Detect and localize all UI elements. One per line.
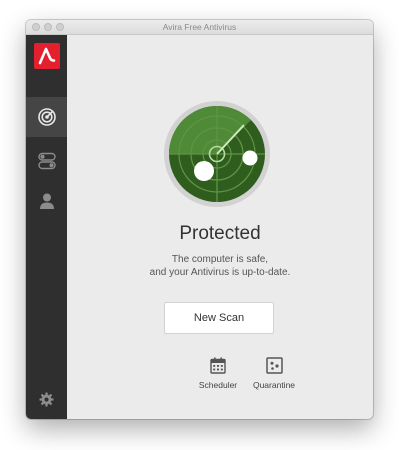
main-panel: Protected The computer is safe, and your… (67, 35, 373, 419)
status-title: Protected (179, 223, 261, 244)
radar-status-icon (169, 106, 265, 202)
app-window: Avira Free Antivirus Protected The compu… (26, 20, 373, 419)
scheduler-button[interactable]: Scheduler (188, 357, 248, 390)
new-scan-button[interactable]: New Scan (164, 302, 274, 334)
sidebar-item-account[interactable] (26, 181, 67, 221)
status-message-line1: The computer is safe, (171, 254, 269, 265)
sidebar (26, 35, 67, 419)
scheduler-label: Scheduler (198, 380, 238, 390)
status-message-line2: and your Antivirus is up-to-date. (149, 267, 291, 278)
calendar-icon (210, 357, 226, 374)
avira-logo-icon[interactable] (34, 43, 60, 69)
quarantine-label: Quarantine (252, 380, 296, 390)
gear-icon (39, 392, 54, 407)
user-icon (40, 193, 54, 209)
sidebar-item-settings[interactable] (26, 385, 67, 415)
sidebar-item-modules[interactable] (26, 141, 67, 181)
radar-icon (38, 108, 56, 126)
sidebar-item-status[interactable] (26, 97, 67, 137)
quarantine-button[interactable]: Quarantine (244, 357, 304, 390)
toggle-switches-icon (38, 152, 56, 170)
quarantine-icon (265, 357, 283, 374)
window-title: Avira Free Antivirus (162, 22, 237, 32)
title-bar: Avira Free Antivirus (26, 20, 373, 35)
